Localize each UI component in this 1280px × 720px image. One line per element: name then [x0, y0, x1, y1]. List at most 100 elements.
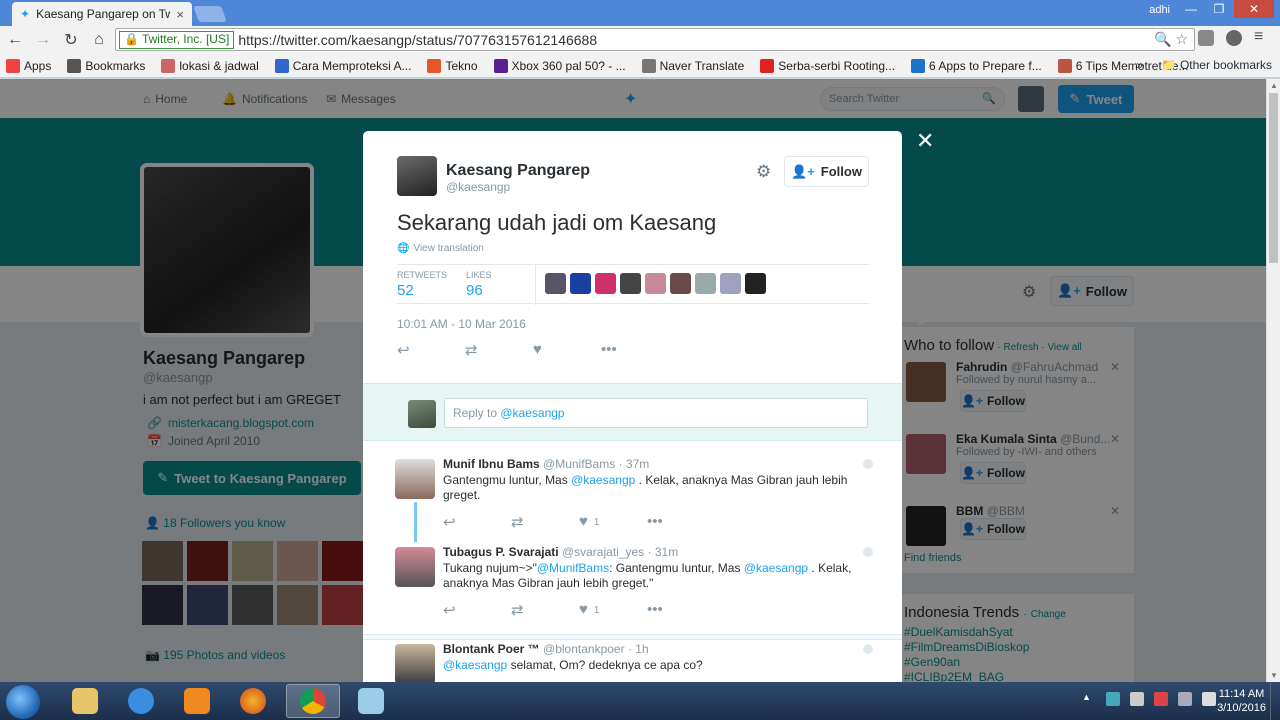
tray-signal-icon[interactable]: [1178, 692, 1192, 706]
profile-user-name[interactable]: adhi: [1149, 4, 1170, 16]
tweet-follow-button[interactable]: 👤+ Follow: [784, 156, 869, 187]
reply-author-handle[interactable]: @MunifBams: [543, 457, 615, 471]
liker-avatar[interactable]: [720, 273, 741, 294]
tweet-gear-icon[interactable]: ⚙: [756, 162, 771, 182]
reply-icon[interactable]: ↩: [443, 513, 511, 531]
taskbar-firefox[interactable]: [226, 684, 280, 718]
forward-arrow-icon[interactable]: →: [30, 31, 56, 49]
reply-author-avatar[interactable]: [395, 644, 435, 682]
menu-icon[interactable]: ≡: [1254, 29, 1270, 46]
reply-tweet[interactable]: Munif Ibnu Bams @MunifBams · 37m Ganteng…: [363, 449, 902, 542]
tweet-author-handle[interactable]: @kaesangp: [446, 180, 510, 194]
reply-tweet[interactable]: Blontank Poer ™ @blontankpoer · 1h @kaes…: [363, 634, 902, 682]
reply-author-name[interactable]: Tubagus P. Svarajati: [443, 545, 559, 559]
likes-stat[interactable]: LIKES 96: [466, 270, 492, 299]
reply-time[interactable]: · 1h: [628, 642, 649, 656]
tweet-author-name[interactable]: Kaesang Pangarep: [446, 162, 590, 180]
tray-network-icon[interactable]: [1154, 692, 1168, 706]
more-icon[interactable]: •••: [647, 601, 715, 619]
extension-icon[interactable]: [1226, 30, 1242, 46]
reload-icon[interactable]: ↻: [58, 30, 84, 50]
system-clock[interactable]: 11:14 AM 3/10/2016: [1217, 687, 1266, 715]
bookmark-item[interactable]: Apps: [6, 58, 51, 73]
liker-avatar[interactable]: [745, 273, 766, 294]
bookmark-item[interactable]: lokasi & jadwal: [161, 58, 259, 73]
restore-icon[interactable]: ❐: [1206, 0, 1232, 18]
reply-author-name[interactable]: Munif Ibnu Bams: [443, 457, 540, 471]
more-icon[interactable]: •••: [647, 513, 715, 531]
reply-author-name[interactable]: Blontank Poer ™: [443, 642, 540, 656]
reply-icon[interactable]: ↩: [397, 341, 465, 359]
retweet-icon[interactable]: ⇄: [465, 341, 533, 359]
reply-caret-icon[interactable]: [863, 644, 873, 654]
reply-mention[interactable]: @kaesangp: [571, 473, 635, 487]
reply-author-avatar[interactable]: [395, 547, 435, 587]
back-arrow-icon[interactable]: ←: [2, 31, 28, 49]
taskbar-ie[interactable]: [114, 684, 168, 718]
scroll-thumb[interactable]: [1269, 93, 1278, 263]
bookmark-item[interactable]: Serba-serbi Rooting...: [760, 58, 895, 73]
liker-avatar[interactable]: [645, 273, 666, 294]
reply-time[interactable]: · 31m: [648, 545, 679, 559]
home-icon[interactable]: ⌂: [86, 31, 112, 49]
reply-caret-icon[interactable]: [863, 459, 873, 469]
tray-app-icon[interactable]: [1130, 692, 1144, 706]
tweet-author-avatar[interactable]: [397, 156, 437, 196]
retweets-stat[interactable]: RETWEETS 52: [397, 270, 447, 299]
heart-icon[interactable]: ♥ 1: [579, 513, 647, 531]
reply-author-avatar[interactable]: [395, 459, 435, 499]
reply-author-handle[interactable]: @blontankpoer: [543, 642, 625, 656]
reply-caret-icon[interactable]: [863, 547, 873, 557]
liker-avatar[interactable]: [620, 273, 641, 294]
taskbar-explorer[interactable]: [58, 684, 112, 718]
scroll-down-icon[interactable]: ▼: [1270, 671, 1278, 680]
reply-icon[interactable]: ↩: [443, 601, 511, 619]
reply-time[interactable]: · 37m: [619, 457, 650, 471]
close-window-icon[interactable]: ✕: [1234, 0, 1274, 18]
view-translation-link[interactable]: 🌐 View translation: [397, 243, 484, 254]
reply-tweet[interactable]: Tubagus P. Svarajati @svarajati_yes · 31…: [363, 537, 902, 627]
more-bookmarks-icon[interactable]: »: [1136, 58, 1143, 72]
more-icon[interactable]: •••: [601, 341, 669, 359]
heart-icon[interactable]: ♥ 1: [579, 601, 647, 619]
minimize-icon[interactable]: —: [1178, 0, 1204, 18]
bookmark-item[interactable]: 6 Apps to Prepare f...: [911, 58, 1042, 73]
reply-author-handle[interactable]: @svarajati_yes: [562, 545, 644, 559]
browser-tab[interactable]: ✦ Kaesang Pangarep on Twit ×: [12, 2, 192, 26]
taskbar-media-player[interactable]: [170, 684, 224, 718]
bookmark-item[interactable]: Naver Translate: [641, 58, 744, 73]
reply-mention[interactable]: @kaesangp: [443, 658, 507, 672]
liker-avatar[interactable]: [570, 273, 591, 294]
reply-mention[interactable]: @kaesangp: [744, 561, 808, 575]
liker-avatar[interactable]: [670, 273, 691, 294]
zoom-star-icons[interactable]: 🔍 ☆: [1154, 31, 1188, 48]
tweet-timestamp[interactable]: 10:01 AM - 10 Mar 2016: [397, 317, 526, 331]
new-tab-button[interactable]: [193, 6, 227, 22]
extension-icon[interactable]: [1198, 30, 1214, 46]
retweet-icon[interactable]: ⇄: [511, 513, 579, 531]
other-bookmarks[interactable]: » 📁 Other bookmarks: [1136, 58, 1272, 72]
show-desktop-button[interactable]: [1270, 682, 1280, 720]
page-scrollbar[interactable]: ▲ ▼: [1266, 79, 1280, 682]
taskbar-chrome[interactable]: [286, 684, 340, 718]
tab-close-icon[interactable]: ×: [176, 7, 184, 22]
bookmark-item[interactable]: Bookmarks: [67, 58, 145, 73]
scroll-up-icon[interactable]: ▲: [1270, 81, 1278, 90]
liker-avatar[interactable]: [695, 273, 716, 294]
taskbar-window[interactable]: [344, 684, 398, 718]
liker-avatar[interactable]: [595, 273, 616, 294]
tray-arrow-icon[interactable]: ▲: [1082, 692, 1096, 706]
reply-input[interactable]: Reply to @kaesangp: [444, 398, 868, 428]
address-bar[interactable]: 🔒 Twitter, Inc. [US] https://twitter.com…: [115, 28, 1195, 51]
ev-certificate-badge[interactable]: 🔒 Twitter, Inc. [US]: [119, 30, 235, 49]
close-modal-icon[interactable]: ✕: [916, 128, 934, 154]
start-button[interactable]: [6, 685, 40, 719]
bookmark-item[interactable]: Tekno: [427, 58, 478, 73]
bookmark-item[interactable]: Xbox 360 pal 50? - ...: [493, 58, 626, 73]
heart-icon[interactable]: ♥: [533, 341, 601, 359]
tray-volume-icon[interactable]: [1202, 692, 1216, 706]
bookmark-item[interactable]: Cara Memproteksi A...: [274, 58, 411, 73]
liker-avatar[interactable]: [545, 273, 566, 294]
retweet-icon[interactable]: ⇄: [511, 601, 579, 619]
url-text[interactable]: https://twitter.com/kaesangp/status/7077…: [238, 32, 597, 48]
